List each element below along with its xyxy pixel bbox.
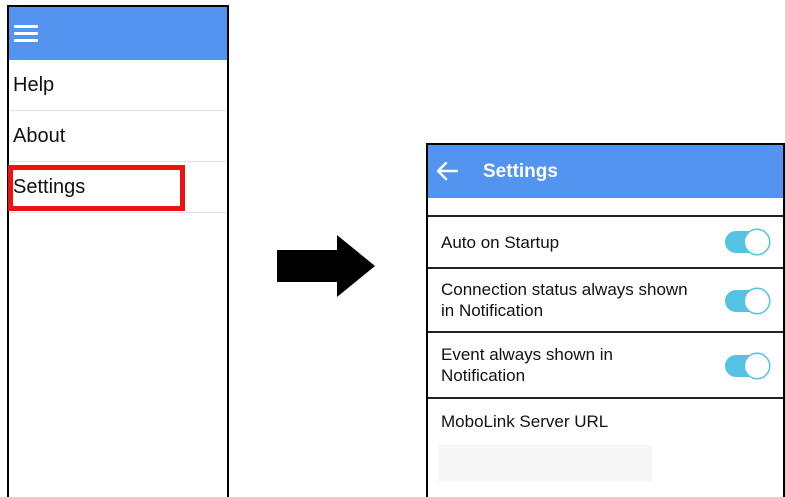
server-url-input[interactable] (438, 445, 652, 481)
setting-row-server-url: MoboLink Server URL (428, 399, 783, 497)
event-notification-toggle[interactable] (725, 354, 769, 378)
setting-label: Auto on Startup (441, 233, 560, 252)
setting-row-auto-startup: Auto on Startup (428, 217, 783, 269)
settings-panel: Settings Auto on Startup Connection stat… (426, 143, 785, 497)
setting-label: MoboLink Server URL (441, 412, 609, 431)
menu-item-label: About (13, 124, 66, 147)
setting-row-event-notification: Event always shown in Notification (428, 333, 783, 399)
settings-header: Settings (428, 145, 783, 198)
setting-row-connection-status: Connection status always shown in Notifi… (428, 269, 783, 333)
setting-label: Event always shown in Notification (441, 345, 613, 385)
auto-startup-toggle[interactable] (725, 230, 769, 254)
connection-status-toggle[interactable] (725, 289, 769, 313)
page-title: Settings (483, 161, 558, 182)
header-spacer (428, 198, 783, 217)
menu-item-label: Settings (13, 175, 86, 198)
drawer-header (9, 7, 227, 60)
menu-item-about[interactable]: About (9, 111, 227, 162)
setting-label: Connection status always shown in Notifi… (441, 280, 688, 320)
menu-item-help[interactable]: Help (9, 60, 227, 111)
back-arrow-icon[interactable] (436, 161, 458, 181)
drawer-panel: Help About Settings (7, 5, 229, 497)
menu-item-settings[interactable]: Settings (8, 162, 227, 213)
right-arrow-icon (277, 235, 375, 297)
hamburger-menu-icon[interactable] (14, 25, 38, 43)
menu-item-label: Help (13, 73, 55, 96)
